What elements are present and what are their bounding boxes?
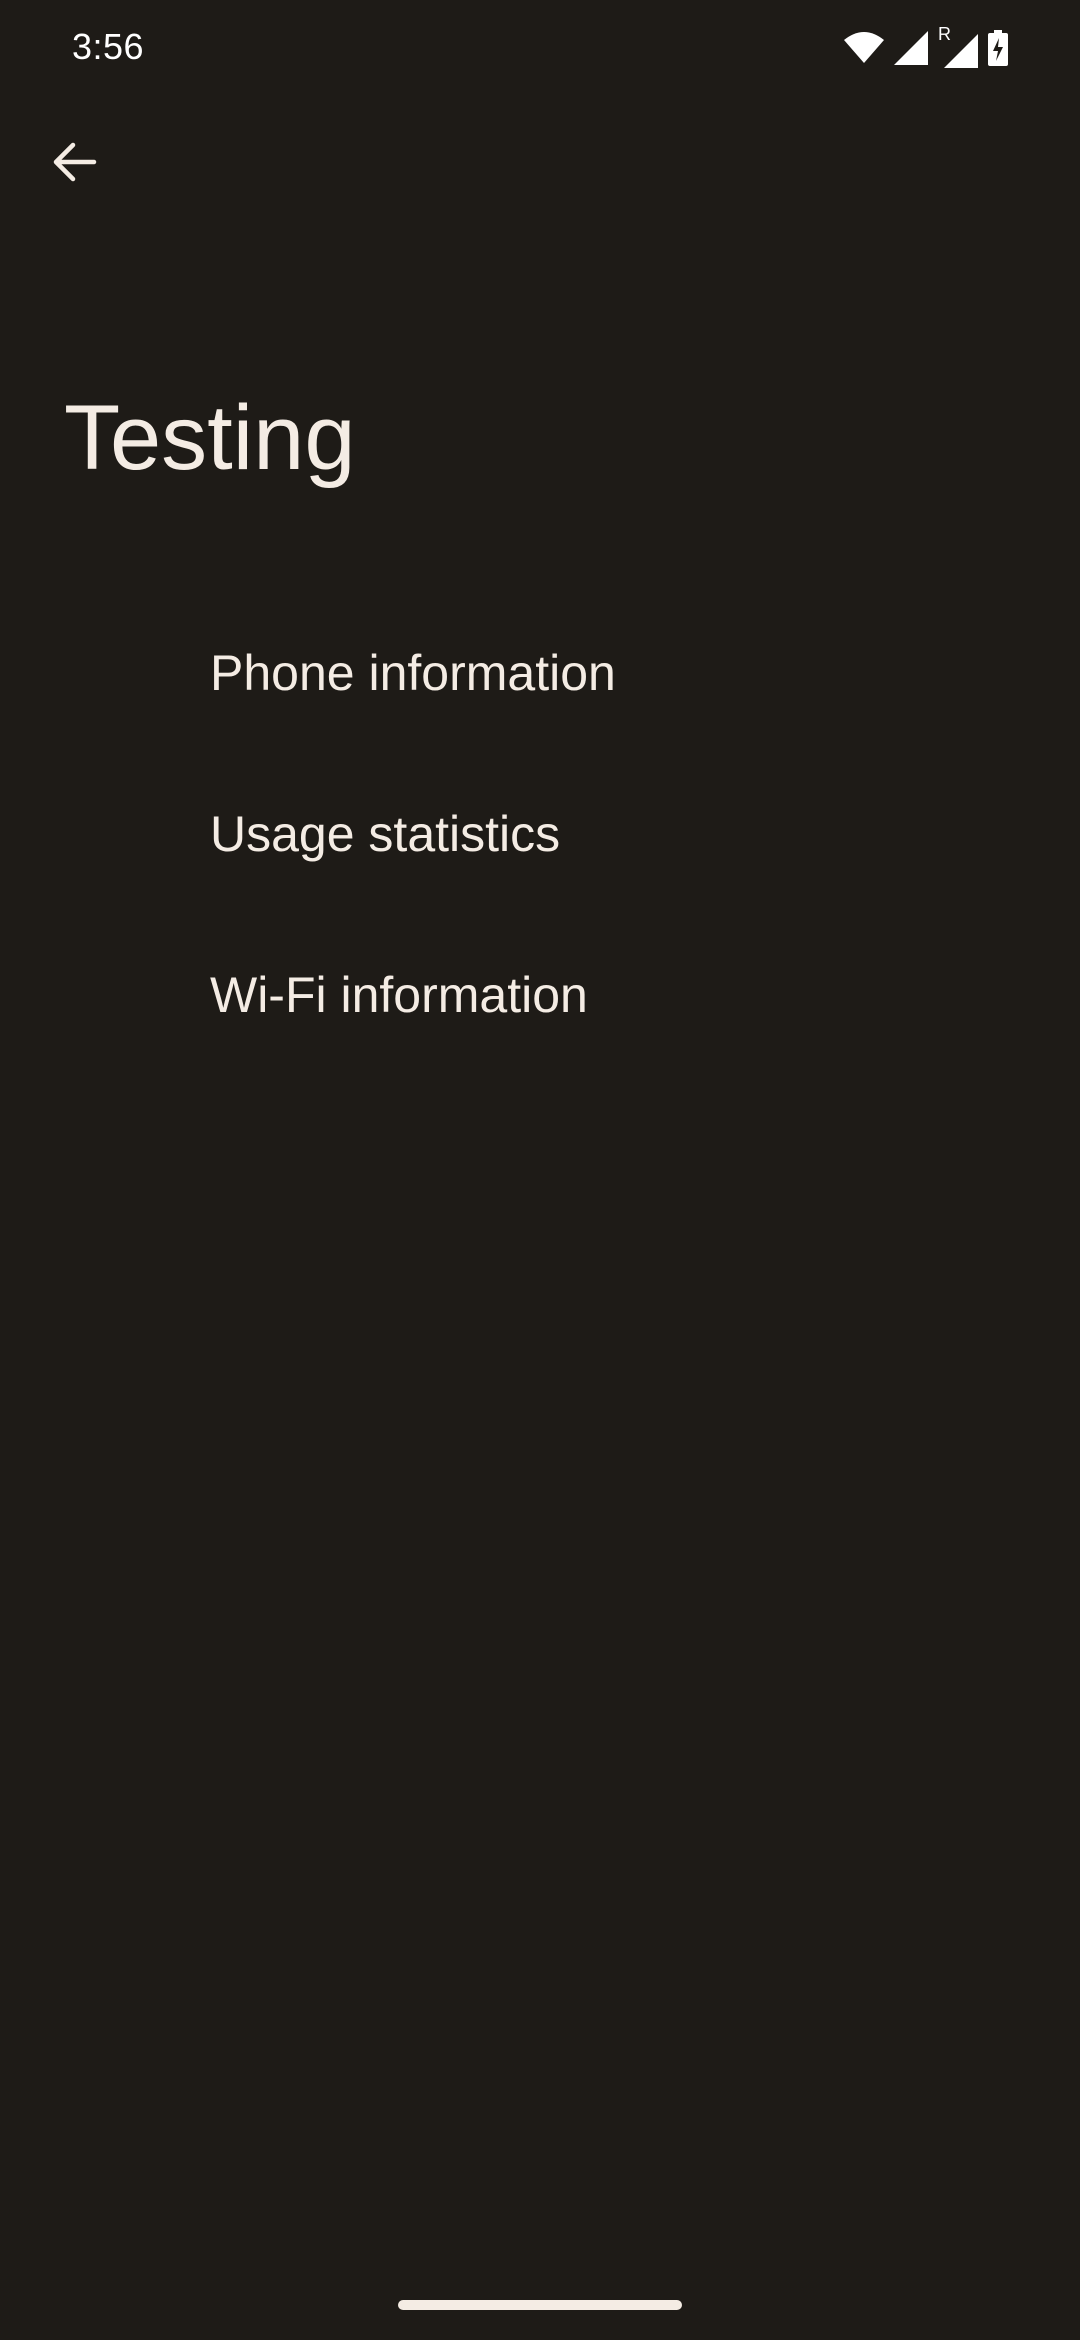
gesture-navigation-bar[interactable]: [398, 2300, 682, 2310]
signal-icon: [894, 31, 928, 65]
page-title: Testing: [64, 387, 356, 489]
roaming-signal-icon: R: [938, 24, 978, 68]
status-time: 3:56: [72, 26, 145, 67]
battery-charging-icon: [988, 30, 1008, 66]
menu-item-usage-statistics[interactable]: Usage statistics: [0, 753, 1080, 914]
wifi-icon: [844, 32, 884, 64]
back-button[interactable]: [40, 130, 108, 198]
arrow-back-icon: [51, 139, 97, 190]
menu-item-wifi-information[interactable]: Wi-Fi information: [0, 914, 1080, 1075]
status-bar: 3:56 R: [0, 0, 1080, 100]
menu-list: Phone information Usage statistics Wi-Fi…: [0, 592, 1080, 1075]
menu-item-label: Phone information: [210, 644, 616, 701]
menu-item-label: Usage statistics: [210, 805, 561, 862]
menu-item-phone-information[interactable]: Phone information: [0, 592, 1080, 753]
status-icons: R: [844, 24, 1008, 70]
roaming-label: R: [938, 24, 951, 44]
menu-item-label: Wi-Fi information: [210, 966, 588, 1023]
